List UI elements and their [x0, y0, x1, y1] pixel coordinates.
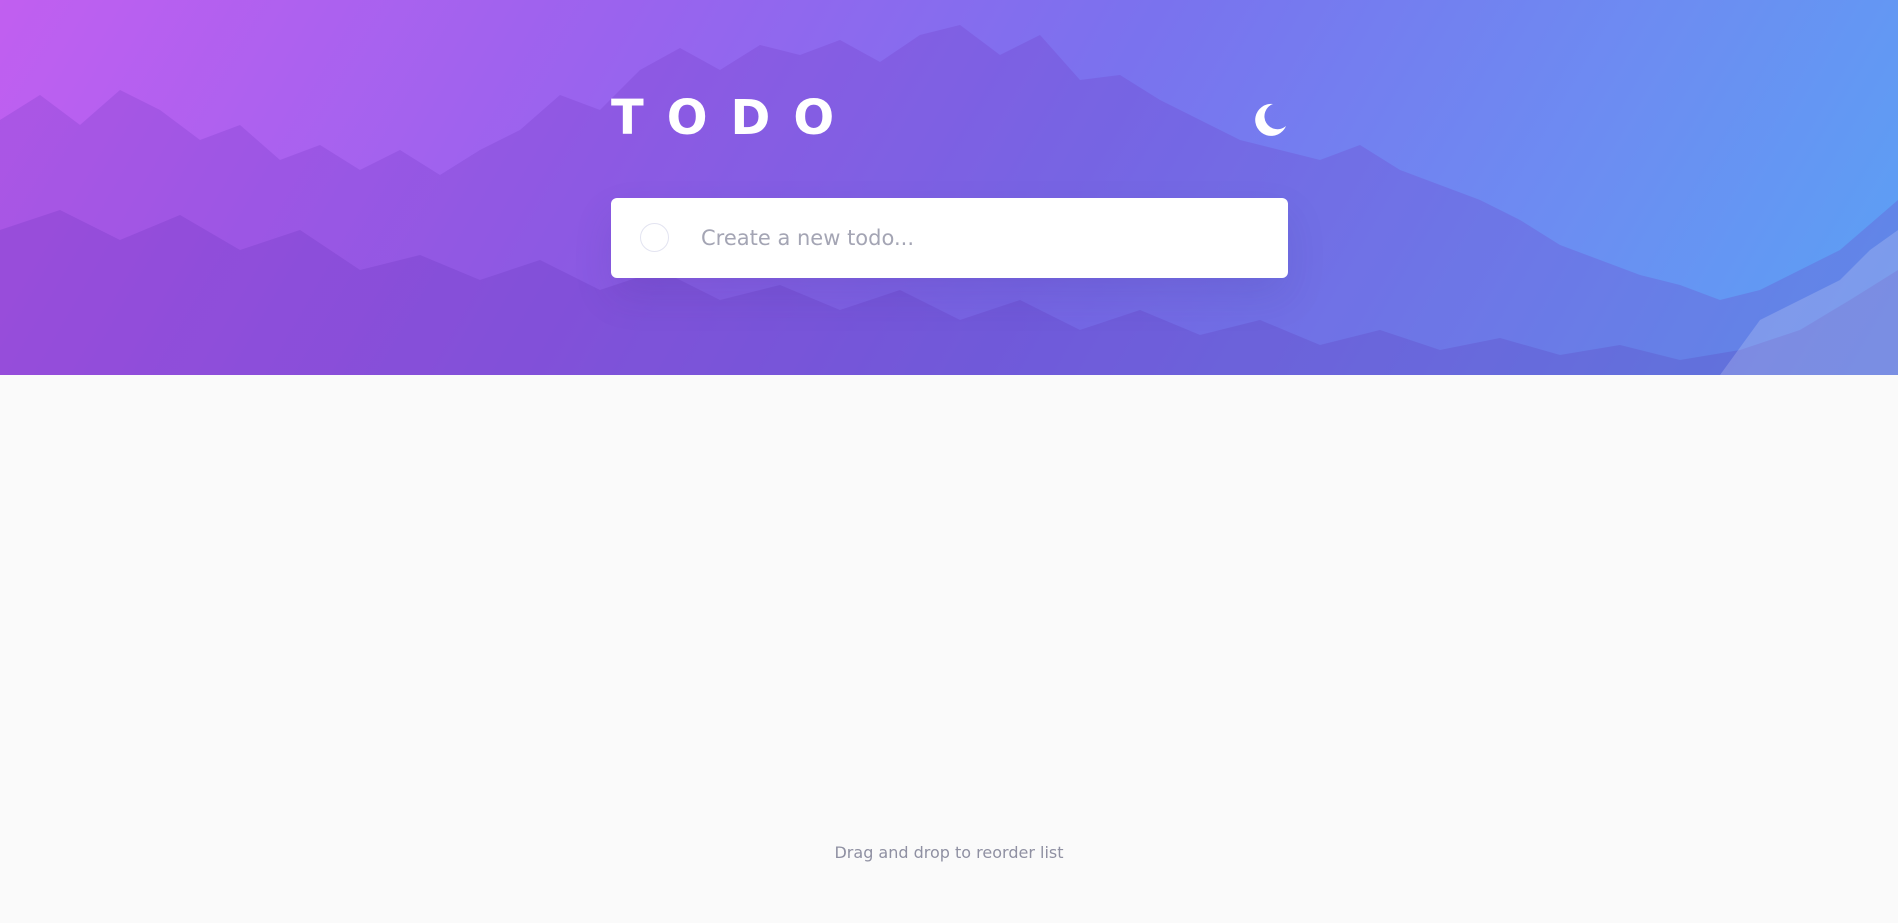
moon-icon [1255, 103, 1286, 136]
new-todo-input[interactable] [701, 198, 1271, 278]
header-background [0, 0, 1898, 375]
mountain-background-image [0, 25, 1898, 375]
new-todo-checkbox[interactable] [640, 223, 669, 252]
app-title: TODO [611, 90, 858, 146]
drag-drop-hint: Drag and drop to reorder list [834, 843, 1064, 862]
new-todo-card [611, 198, 1288, 278]
theme-toggle-button[interactable] [1252, 102, 1288, 138]
